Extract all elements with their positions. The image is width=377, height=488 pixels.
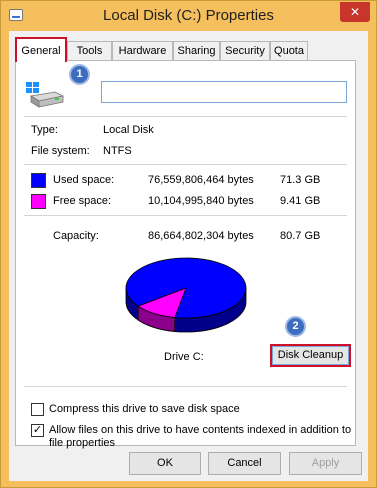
free-space-label: Free space:	[53, 195, 112, 207]
title-bar[interactable]: Local Disk (C:) Properties ✕	[1, 1, 376, 31]
properties-window: Local Disk (C:) Properties ✕ General Too…	[0, 0, 377, 488]
used-space-bytes: 76,559,806,464 bytes	[148, 174, 254, 186]
tab-strip: General Tools Hardware Sharing Security …	[15, 37, 363, 62]
tab-hardware[interactable]: Hardware	[112, 41, 173, 61]
used-space-swatch	[31, 173, 46, 188]
capacity-size: 80.7 GB	[280, 230, 321, 242]
capacity-bytes: 86,664,802,304 bytes	[148, 230, 254, 242]
drive-window-icon	[9, 9, 23, 21]
tab-security[interactable]: Security	[220, 41, 270, 61]
separator	[24, 116, 347, 117]
disk-usage-pie	[125, 257, 247, 333]
separator	[24, 164, 347, 165]
general-panel: 1 Type: Local Disk File system: NTFS Use…	[15, 60, 356, 449]
cancel-button[interactable]: Cancel	[208, 452, 281, 475]
tab-general[interactable]: General	[15, 37, 67, 62]
step-badge-2: 2	[285, 316, 306, 337]
index-label-line1[interactable]: Allow files on this drive to have conten…	[49, 424, 351, 436]
tab-quota[interactable]: Quota	[270, 41, 308, 61]
tab-sharing[interactable]: Sharing	[173, 41, 220, 61]
dialog-client: General Tools Hardware Sharing Security …	[9, 31, 368, 481]
filesystem-value: NTFS	[103, 145, 132, 157]
used-space-size: 71.3 GB	[280, 174, 321, 186]
filesystem-label: File system:	[31, 145, 90, 157]
capacity-label: Capacity:	[53, 230, 99, 242]
disk-cleanup-button[interactable]: Disk Cleanup	[270, 344, 351, 367]
index-checkbox[interactable]: ✓	[31, 424, 44, 437]
apply-button[interactable]: Apply	[289, 452, 362, 475]
separator	[24, 215, 347, 216]
used-space-label: Used space:	[53, 174, 115, 186]
volume-name-input[interactable]	[101, 81, 347, 103]
free-space-swatch	[31, 194, 46, 209]
compress-checkbox[interactable]	[31, 403, 44, 416]
type-label: Type:	[31, 124, 58, 136]
type-value: Local Disk	[103, 124, 154, 136]
free-space-size: 9.41 GB	[280, 195, 321, 207]
ok-button[interactable]: OK	[129, 452, 201, 475]
window-title: Local Disk (C:) Properties	[103, 7, 274, 24]
index-label-line2[interactable]: file properties	[49, 437, 115, 449]
drive-icon	[26, 82, 65, 108]
disk-cleanup-label: Disk Cleanup	[277, 349, 344, 361]
separator	[24, 386, 347, 387]
step-badge-1: 1	[69, 64, 90, 85]
tab-tools[interactable]: Tools	[67, 41, 112, 61]
free-space-bytes: 10,104,995,840 bytes	[148, 195, 254, 207]
compress-label[interactable]: Compress this drive to save disk space	[49, 403, 240, 415]
drive-label: Drive C:	[164, 351, 204, 363]
close-button[interactable]: ✕	[340, 2, 370, 22]
